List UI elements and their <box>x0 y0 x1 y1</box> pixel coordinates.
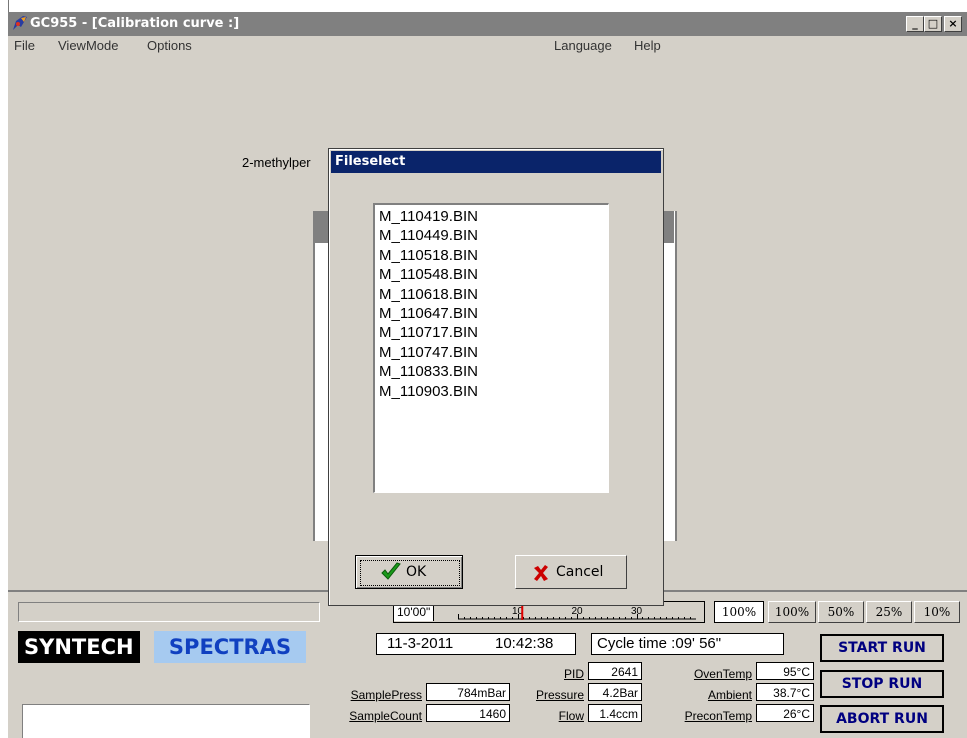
file-item[interactable]: M_110833.BIN <box>379 362 608 381</box>
pressure-value: 4.2Bar <box>588 683 642 701</box>
stop-run-button[interactable]: STOP RUN <box>820 670 944 698</box>
file-item[interactable]: M_110449.BIN <box>379 226 608 245</box>
pid-label: PID <box>563 667 584 681</box>
dialog-title: Fileselect <box>331 151 661 173</box>
file-item[interactable]: M_110647.BIN <box>379 304 608 323</box>
status-field-top <box>18 602 320 622</box>
menu-options[interactable]: Options <box>147 38 192 53</box>
cancel-label: Cancel <box>556 564 604 580</box>
samplecount-label: SampleCount <box>349 709 422 723</box>
time-value: 10:42:38 <box>495 635 554 652</box>
title-bar[interactable]: GC955 - [Calibration curve :] _ □ × <box>8 12 967 36</box>
zoom-current: 100% <box>714 601 764 623</box>
file-item[interactable]: M_110419.BIN <box>379 207 608 226</box>
zoom-100-button[interactable]: 100% <box>768 601 816 623</box>
fileselect-dialog: Fileselect M_110419.BIN M_110449.BIN M_110… <box>328 148 664 606</box>
maximize-button[interactable]: □ <box>924 16 942 32</box>
menu-viewmode[interactable]: ViewMode <box>58 38 118 53</box>
oventemp-value: 95°C <box>756 662 814 680</box>
cancel-button[interactable]: Cancel <box>515 555 627 589</box>
window-title: GC955 - [Calibration curve :] <box>30 16 240 31</box>
abort-run-button[interactable]: ABORT RUN <box>820 705 944 733</box>
app-logo-icon <box>12 15 28 31</box>
close-button[interactable]: × <box>944 16 962 32</box>
file-item[interactable]: M_110518.BIN <box>379 246 608 265</box>
oventemp-label: OvenTemp <box>693 667 752 681</box>
pressure-label: Pressure <box>535 688 584 702</box>
timeline-ruler: 10 20 30 <box>458 604 697 620</box>
menu-help[interactable]: Help <box>634 38 661 53</box>
samplepress-value: 784mBar <box>426 683 510 701</box>
minimize-button[interactable]: _ <box>906 16 924 32</box>
flow-label: Flow <box>558 709 584 723</box>
pid-value: 2641 <box>588 662 642 680</box>
cycle-time: Cycle time :09' 56" <box>591 633 784 655</box>
ok-label: OK <box>406 564 427 580</box>
compound-label: 2-methylper <box>242 155 311 170</box>
zoom-10-button[interactable]: 10% <box>914 601 960 623</box>
zoom-50-button[interactable]: 50% <box>818 601 864 623</box>
precontemp-label: PreconTemp <box>684 709 752 723</box>
menu-bar: File ViewMode Options Language Help <box>8 36 967 58</box>
file-item[interactable]: M_110548.BIN <box>379 265 608 284</box>
menu-file[interactable]: File <box>14 38 35 53</box>
brand-spectras: SPECTRAS <box>154 631 306 663</box>
date-value: 11-3-2011 <box>387 635 454 652</box>
message-field <box>22 704 310 738</box>
menu-language[interactable]: Language <box>554 38 612 53</box>
datetime-display: 11-3-2011 10:42:38 <box>376 633 576 655</box>
flow-value: 1.4ccm <box>588 704 642 722</box>
brand-syntech: SYNTECH <box>18 631 140 663</box>
zoom-25-button[interactable]: 25% <box>866 601 912 623</box>
file-list[interactable]: M_110419.BIN M_110449.BIN M_110518.BIN M_11… <box>373 203 609 493</box>
cancel-x-icon <box>532 564 550 582</box>
start-run-button[interactable]: START RUN <box>820 634 944 662</box>
ok-button[interactable]: OK <box>355 555 463 589</box>
checkmark-icon <box>380 562 402 582</box>
file-item[interactable]: M_110747.BIN <box>379 343 608 362</box>
ruler-label: 20 <box>571 606 583 617</box>
ambient-value: 38.7°C <box>756 683 814 701</box>
samplecount-value: 1460 <box>426 704 510 722</box>
ambient-label: Ambient <box>707 688 752 702</box>
file-item[interactable]: M_110618.BIN <box>379 285 608 304</box>
precontemp-value: 26°C <box>756 704 814 722</box>
file-item[interactable]: M_110717.BIN <box>379 323 608 342</box>
file-item[interactable]: M_110903.BIN <box>379 382 608 401</box>
ruler-label: 30 <box>631 606 643 617</box>
samplepress-label: SamplePress <box>350 688 422 702</box>
main-window: GC955 - [Calibration curve :] _ □ × File… <box>8 12 967 738</box>
